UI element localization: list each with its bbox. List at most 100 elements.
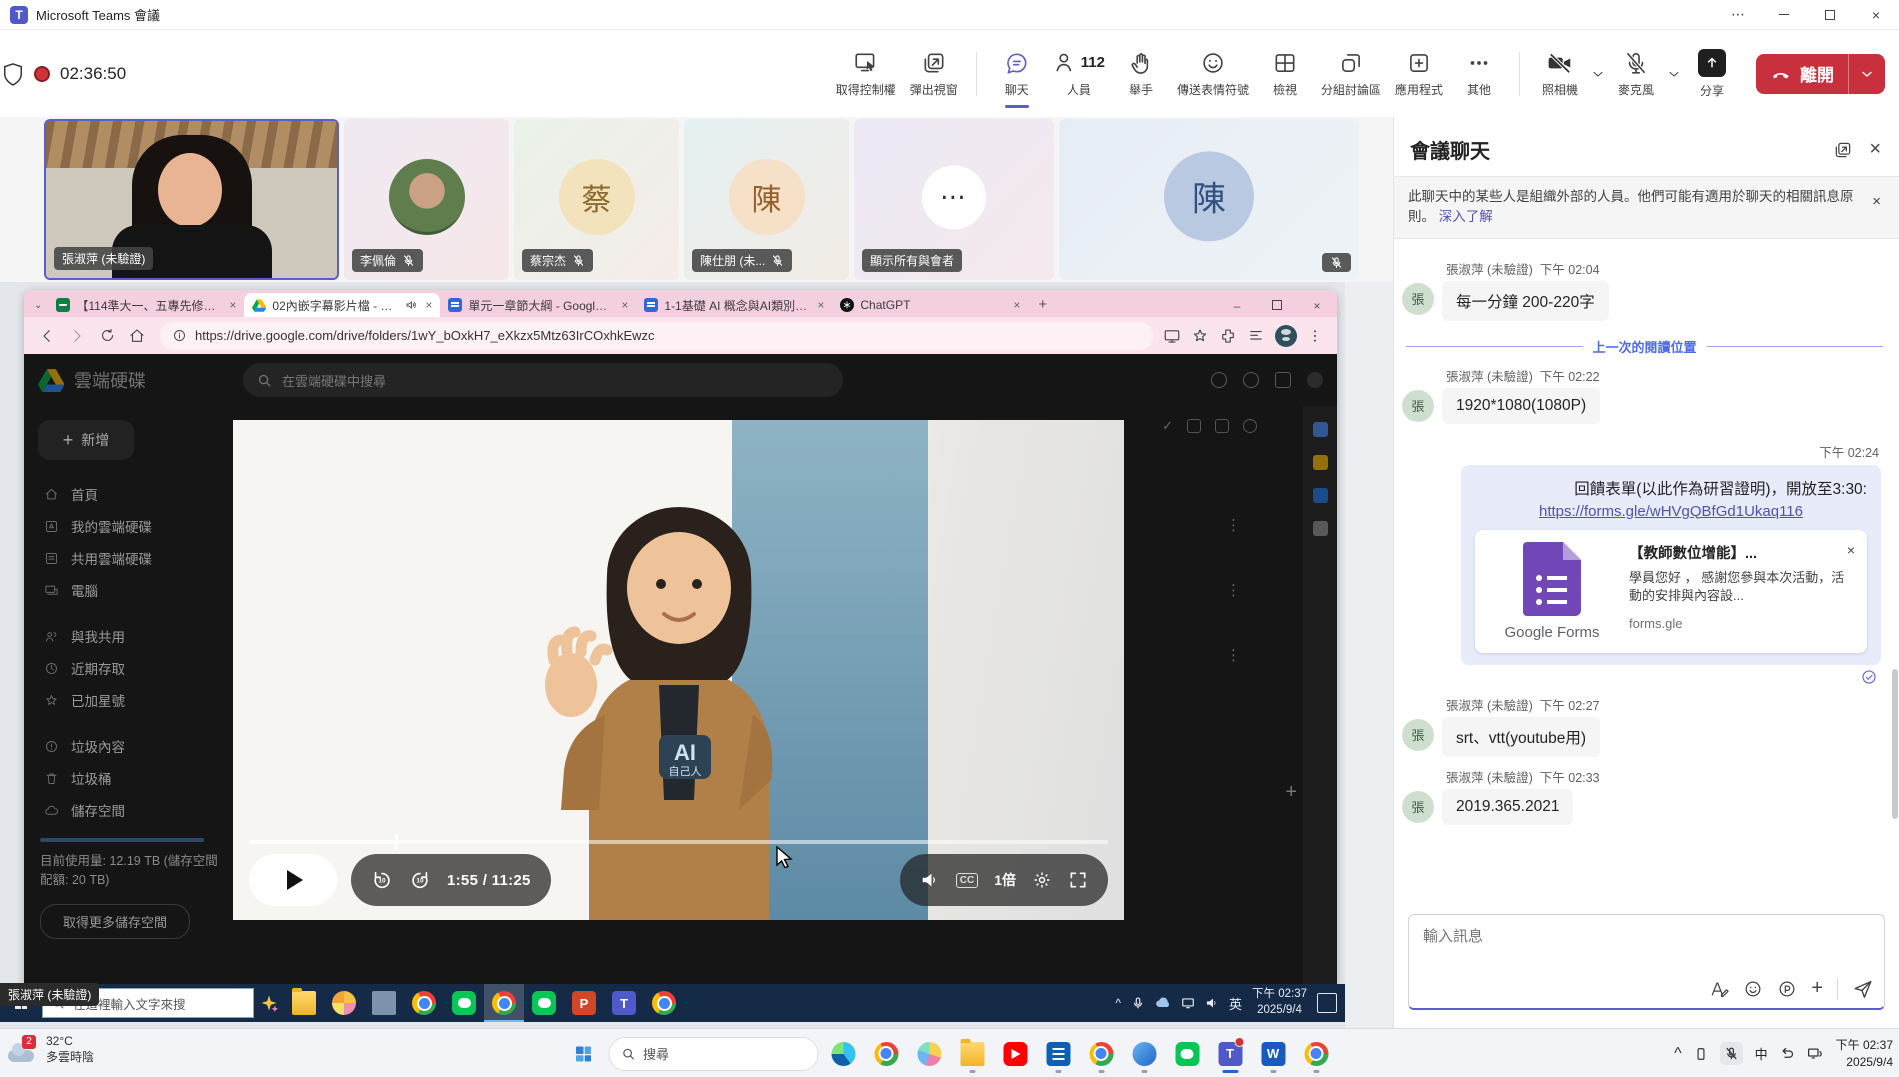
people-button[interactable]: 112 人員 <box>1047 44 1111 104</box>
row-menu-icon[interactable]: ⋮ <box>1226 581 1241 599</box>
undo-arrow-icon[interactable] <box>1780 1046 1795 1061</box>
display-audio-icon[interactable] <box>1807 1046 1824 1061</box>
window-menu-button[interactable]: ⋯ <box>1715 0 1761 30</box>
taskbar-app-line[interactable] <box>524 984 564 1022</box>
drive-nav-home[interactable]: 首頁 <box>36 478 222 510</box>
contacts-icon[interactable] <box>1313 521 1328 536</box>
message-input[interactable] <box>1421 927 1872 946</box>
browser-tab-active[interactable]: 02內嵌字幕影片檔 - Googl × <box>244 293 440 317</box>
copilot-sparkle-icon[interactable] <box>254 993 284 1013</box>
forward-button[interactable] <box>64 323 90 349</box>
taskbar-app-chrome-work[interactable] <box>1298 1034 1334 1074</box>
ime-indicator[interactable]: 中 <box>1755 1044 1768 1063</box>
attach-plus-icon[interactable]: + <box>1811 977 1823 1000</box>
win11-start-button[interactable] <box>565 1034 601 1074</box>
learn-more-link[interactable]: 深入了解 <box>1439 209 1493 224</box>
show-all-participants-tile[interactable]: ⋯ 顯示所有與會者 <box>854 119 1054 280</box>
profile-avatar[interactable] <box>1275 325 1297 347</box>
drive-nav-mydrive[interactable]: 我的雲端硬碟 <box>36 510 222 542</box>
camera-button[interactable]: 照相機 <box>1532 44 1588 104</box>
camera-chevron-icon[interactable] <box>1590 66 1606 82</box>
ime-indicator[interactable]: 英 <box>1229 994 1242 1013</box>
tab-close-icon[interactable]: × <box>1011 298 1020 312</box>
participant-tile[interactable]: 陳 <box>1059 119 1359 280</box>
taskbar-weather-widget[interactable]: 2 32°C 多雲時陰 <box>8 1034 94 1065</box>
drive-nav-shareddrives[interactable]: 共用雲端硬碟 <box>36 542 222 574</box>
drive-nav-trash[interactable]: 垃圾桶 <box>36 762 222 794</box>
captions-button[interactable]: CC <box>956 873 978 888</box>
send-icon[interactable] <box>1852 978 1874 1000</box>
drive-nav-storage[interactable]: 儲存空間 <box>36 794 222 826</box>
settings-gear-icon[interactable] <box>1243 372 1259 388</box>
chrome-restore-button[interactable] <box>1257 299 1297 313</box>
bookmark-star-icon[interactable] <box>1191 327 1209 345</box>
take-control-button[interactable]: 取得控制權 <box>830 44 902 104</box>
side-panel-plus-icon[interactable]: + <box>1285 781 1297 804</box>
tab-close-icon[interactable]: × <box>423 298 432 312</box>
extensions-icon[interactable] <box>1219 327 1237 345</box>
new-tab-button[interactable]: + <box>1028 296 1057 317</box>
tasks-icon[interactable] <box>1313 488 1328 503</box>
onedrive-cloud-icon[interactable] <box>1155 997 1171 1009</box>
account-avatar[interactable] <box>1307 372 1323 388</box>
help-icon[interactable] <box>1211 372 1227 388</box>
taskbar-app-line[interactable] <box>444 984 484 1022</box>
taskbar-app-powerpoint[interactable]: P <box>564 984 604 1022</box>
play-button[interactable] <box>249 854 337 906</box>
dismiss-banner-icon[interactable]: × <box>1868 187 1885 228</box>
taskbar-app-chrome[interactable] <box>404 984 444 1022</box>
emoji-icon[interactable] <box>1743 979 1763 999</box>
browser-tab[interactable]: 單元一章節大綱 - Google 文件 × <box>440 293 636 317</box>
win11-search-box[interactable]: 搜尋 <box>608 1037 818 1071</box>
settings-gear-icon[interactable] <box>1032 870 1052 890</box>
mic-chevron-icon[interactable] <box>1666 66 1682 82</box>
video-player[interactable]: AI 自己人 <box>233 420 1124 920</box>
taskbar-app-word[interactable]: W <box>1255 1034 1291 1074</box>
close-button[interactable]: × <box>1853 0 1899 30</box>
browser-tab[interactable]: 1-1基礎 AI 概念與AI類別 - Goo × <box>636 293 832 317</box>
taskbar-app-edge[interactable] <box>825 1034 861 1074</box>
taskbar-app-file-explorer[interactable] <box>954 1034 990 1074</box>
chrome-menu-icon[interactable] <box>1307 328 1323 344</box>
close-chat-icon[interactable]: × <box>1869 138 1881 161</box>
taskbar-app-book[interactable] <box>364 984 404 1022</box>
browser-tab[interactable]: ChatGPT × <box>832 293 1028 317</box>
action-center-icon[interactable] <box>1317 993 1337 1013</box>
taskbar-app-pinwheel[interactable] <box>324 984 364 1022</box>
system-clock[interactable]: 下午 02:37 2025/9/4 <box>1836 1037 1893 1071</box>
row-menu-icon[interactable]: ⋮ <box>1226 516 1241 534</box>
taskbar-app-calculator[interactable] <box>1040 1034 1076 1074</box>
apps-button[interactable]: 應用程式 <box>1389 44 1449 104</box>
list-view-icon[interactable] <box>1187 419 1201 433</box>
taskbar-app-copilot[interactable] <box>911 1034 947 1074</box>
reload-button[interactable] <box>94 323 120 349</box>
drive-nav-spam[interactable]: 垃圾內容 <box>36 730 222 762</box>
taskbar-app-chrome-profile[interactable] <box>1083 1034 1119 1074</box>
drive-search-input[interactable]: 在雲端硬碟中搜尋 <box>243 363 843 397</box>
format-icon[interactable] <box>1709 979 1729 999</box>
chrome-minimize-button[interactable]: – <box>1217 299 1257 313</box>
display-icon[interactable] <box>1181 996 1195 1010</box>
restore-button[interactable] <box>1807 0 1853 30</box>
view-button[interactable]: 檢視 <box>1257 44 1313 104</box>
grid-view-icon[interactable] <box>1215 419 1229 433</box>
fullscreen-icon[interactable] <box>1068 870 1088 890</box>
tab-close-icon[interactable]: × <box>227 298 236 312</box>
leave-button[interactable]: 離開 <box>1756 54 1885 94</box>
phone-link-icon[interactable] <box>1694 1046 1708 1062</box>
rewind-10-button[interactable]: 10 <box>371 869 393 891</box>
chat-button[interactable]: 聊天 <box>989 44 1045 104</box>
taskbar-app-photos[interactable] <box>1126 1034 1162 1074</box>
tray-mic-icon[interactable] <box>1131 996 1145 1010</box>
taskbar-app-line[interactable] <box>1169 1034 1205 1074</box>
more-button[interactable]: 其他 <box>1451 44 1507 104</box>
breakout-rooms-button[interactable]: 分組討論區 <box>1315 44 1387 104</box>
get-more-storage-button[interactable]: 取得更多儲存空間 <box>40 904 190 939</box>
participant-tile[interactable]: 陳 陳仕朋 (未... <box>684 119 849 280</box>
taskbar-app-chrome-active[interactable] <box>484 984 524 1022</box>
minimize-button[interactable] <box>1761 0 1807 30</box>
apps-grid-icon[interactable] <box>1275 372 1291 388</box>
tab-close-icon[interactable]: × <box>815 298 824 312</box>
playback-speed-button[interactable]: 1倍 <box>994 870 1016 890</box>
raise-hand-button[interactable]: 舉手 <box>1113 44 1169 104</box>
